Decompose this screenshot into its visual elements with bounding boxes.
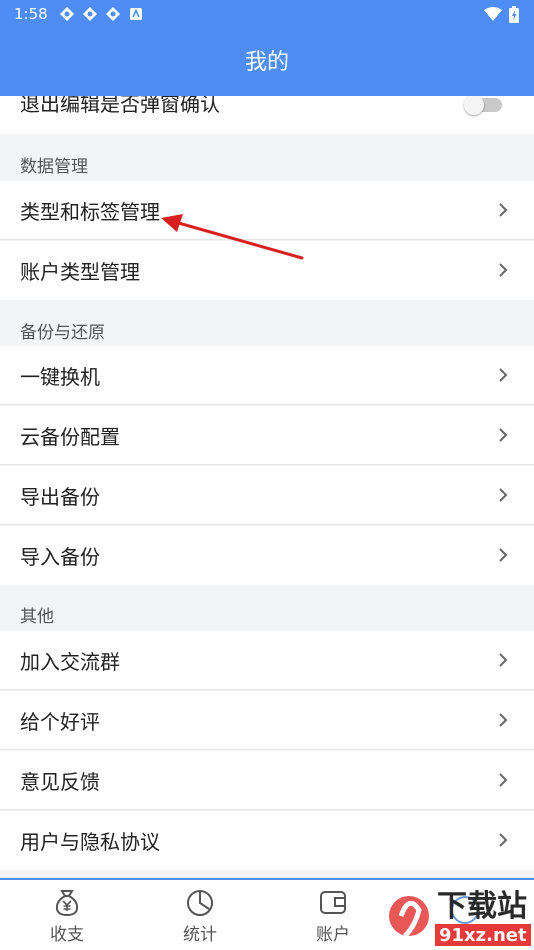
- import-backup-row[interactable]: 导入备份: [0, 526, 534, 585]
- app-bar: 1:58 我的: [0, 0, 534, 96]
- chevron-right-icon: [499, 203, 508, 217]
- privacy-agreement-row[interactable]: 用户与隐私协议: [0, 811, 534, 870]
- feedback-row[interactable]: 意见反馈: [0, 751, 534, 810]
- export-backup-row[interactable]: 导出备份: [0, 466, 534, 525]
- site-watermark: 下载站 91xz.net: [389, 889, 531, 946]
- account-type-mgmt-label: 账户类型管理: [20, 260, 140, 284]
- page-title: 我的: [244, 50, 289, 75]
- row-divider: [0, 809, 534, 810]
- row-divider: [0, 464, 534, 465]
- chevron-right-icon: [499, 773, 508, 787]
- notification-icon: [59, 7, 74, 21]
- chevron-right-icon: [499, 368, 508, 382]
- status-bar: 1:58: [0, 0, 534, 28]
- tab-income-expense[interactable]: 收支: [7, 886, 127, 945]
- row-divider: [0, 749, 534, 750]
- feedback-label: 意见反馈: [20, 770, 100, 794]
- join-group-label: 加入交流群: [20, 650, 120, 674]
- tab-account[interactable]: 账户: [273, 886, 393, 945]
- one-click-switch-row[interactable]: 一键换机: [0, 346, 534, 405]
- chevron-right-icon: [499, 428, 508, 442]
- rate-app-label: 给个好评: [20, 710, 100, 734]
- tab-statistics[interactable]: 统计: [140, 886, 260, 945]
- toggle-knob: [464, 96, 484, 115]
- chevron-right-icon: [499, 548, 508, 562]
- section-title-other: 其他: [20, 607, 54, 627]
- notification-icon: [82, 7, 97, 21]
- battery-icon: [509, 5, 519, 23]
- privacy-agreement-label: 用户与隐私协议: [20, 830, 160, 854]
- notification-icon: [105, 7, 120, 21]
- confirm-exit-edit-label: 退出编辑是否弹窗确认: [20, 96, 220, 116]
- section-title-backup: 备份与还原: [20, 323, 105, 343]
- wallet-icon: [320, 891, 346, 914]
- cloud-backup-config-label: 云备份配置: [20, 425, 120, 449]
- one-click-switch-label: 一键换机: [20, 365, 100, 389]
- join-group-row[interactable]: 加入交流群: [0, 631, 534, 690]
- pie-chart-icon: [187, 890, 213, 916]
- watermark-title: 下载站: [437, 889, 527, 924]
- section-title-data-mgmt: 数据管理: [20, 157, 88, 177]
- chevron-right-icon: [499, 833, 508, 847]
- cloud-backup-config-row[interactable]: 云备份配置: [0, 406, 534, 465]
- import-backup-label: 导入备份: [20, 545, 100, 569]
- wifi-icon: [484, 7, 502, 21]
- export-backup-label: 导出备份: [20, 485, 100, 509]
- annotation-arrow: [161, 214, 304, 260]
- tab-account-label: 账户: [316, 925, 350, 945]
- row-divider: [0, 404, 534, 405]
- chevron-right-icon: [499, 263, 508, 277]
- app-notification-icon: [129, 8, 142, 20]
- chevron-right-icon: [499, 488, 508, 502]
- tab-statistics-label: 统计: [183, 925, 217, 945]
- row-divider: [0, 689, 534, 690]
- watermark-url: 91xz.net: [439, 925, 527, 946]
- tab-income-expense-label: 收支: [50, 925, 84, 945]
- chevron-right-icon: [499, 713, 508, 727]
- money-bag-icon: [55, 890, 79, 917]
- type-tag-mgmt-label: 类型和标签管理: [20, 200, 160, 224]
- chevron-right-icon: [499, 653, 508, 667]
- row-divider: [0, 524, 534, 525]
- confirm-exit-edit-row[interactable]: 退出编辑是否弹窗确认: [0, 96, 534, 134]
- confirm-exit-edit-toggle[interactable]: [464, 96, 504, 115]
- status-time: 1:58: [14, 5, 48, 23]
- rate-app-row[interactable]: 给个好评: [0, 691, 534, 750]
